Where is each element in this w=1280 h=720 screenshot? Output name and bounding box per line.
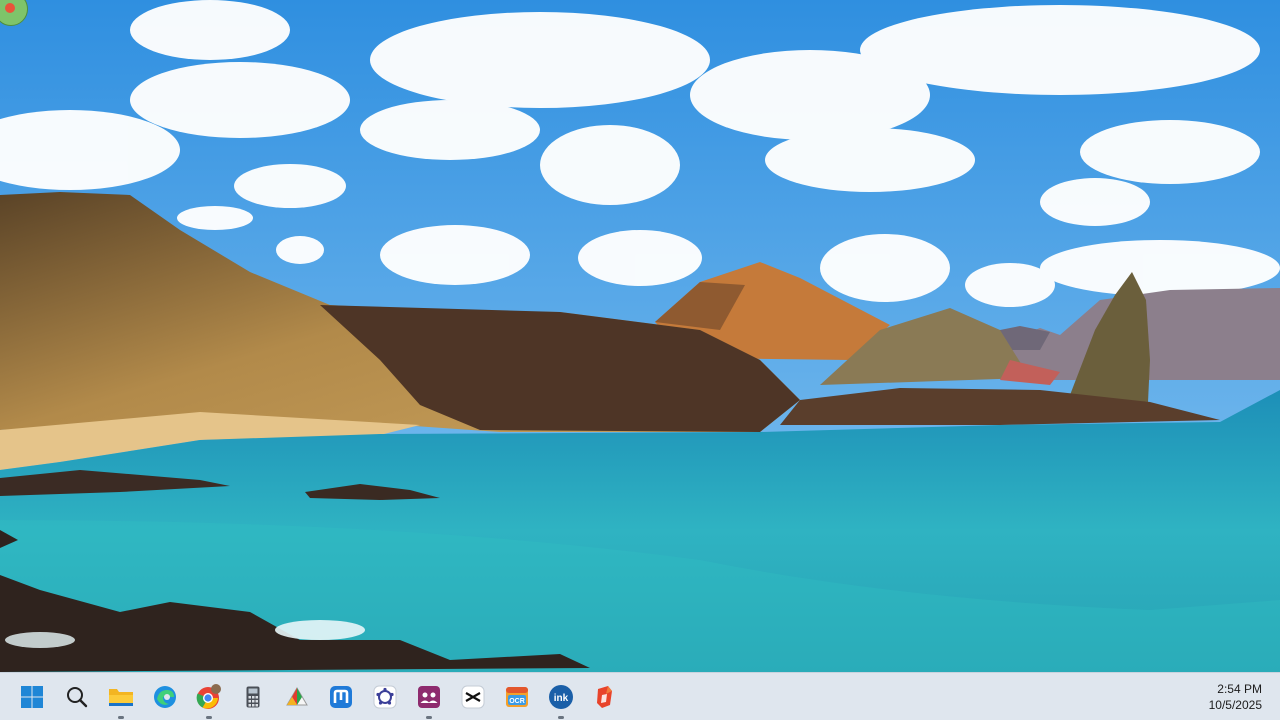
- wallpaper-landscape: [0, 0, 1280, 672]
- ink-label: ink: [554, 693, 569, 704]
- meeting-app-button[interactable]: [411, 679, 447, 719]
- app-gear-icon: [373, 685, 397, 709]
- office-app-icon: [597, 686, 612, 708]
- app-m-icon: [330, 686, 352, 708]
- ink-app-button[interactable]: ink: [543, 679, 579, 719]
- calculator-button[interactable]: [235, 679, 271, 715]
- search-icon: [67, 687, 88, 708]
- start-button[interactable]: [14, 679, 50, 715]
- ocr-app-icon: OCR: [506, 687, 528, 707]
- calculator-icon: [246, 686, 260, 708]
- edge-icon: [154, 686, 176, 708]
- capcut-button[interactable]: [455, 679, 491, 715]
- office-app-button[interactable]: [587, 679, 623, 715]
- start-icon: [21, 686, 43, 708]
- running-indicator: [558, 716, 564, 719]
- meeting-app-icon: [418, 686, 440, 708]
- system-clock[interactable]: 2:54 PM 10/5/2025: [1209, 681, 1262, 713]
- paint-app-icon: [286, 687, 308, 706]
- chrome-button[interactable]: [191, 679, 227, 719]
- chrome-icon: [196, 684, 221, 709]
- ocr-app-button[interactable]: OCR: [499, 679, 535, 715]
- clock-time: 2:54 PM: [1217, 682, 1262, 696]
- file-explorer-button[interactable]: [103, 679, 139, 719]
- running-indicator: [426, 716, 432, 719]
- taskbar: OCR ink 2:54 PM 10/5/2025: [0, 672, 1280, 720]
- edge-button[interactable]: [147, 679, 183, 715]
- running-indicator: [206, 716, 212, 719]
- app-m-button[interactable]: [323, 679, 359, 715]
- running-indicator: [118, 716, 124, 719]
- search-button[interactable]: [59, 679, 95, 715]
- ocr-label: OCR: [509, 698, 525, 705]
- clock-date: 10/5/2025: [1208, 698, 1262, 712]
- desktop-wallpaper: [0, 0, 1280, 672]
- ink-app-icon: ink: [549, 685, 573, 709]
- capcut-icon: [461, 685, 485, 709]
- paint-app-button[interactable]: [279, 679, 315, 715]
- app-gear-button[interactable]: [367, 679, 403, 715]
- file-explorer-icon: [109, 689, 133, 706]
